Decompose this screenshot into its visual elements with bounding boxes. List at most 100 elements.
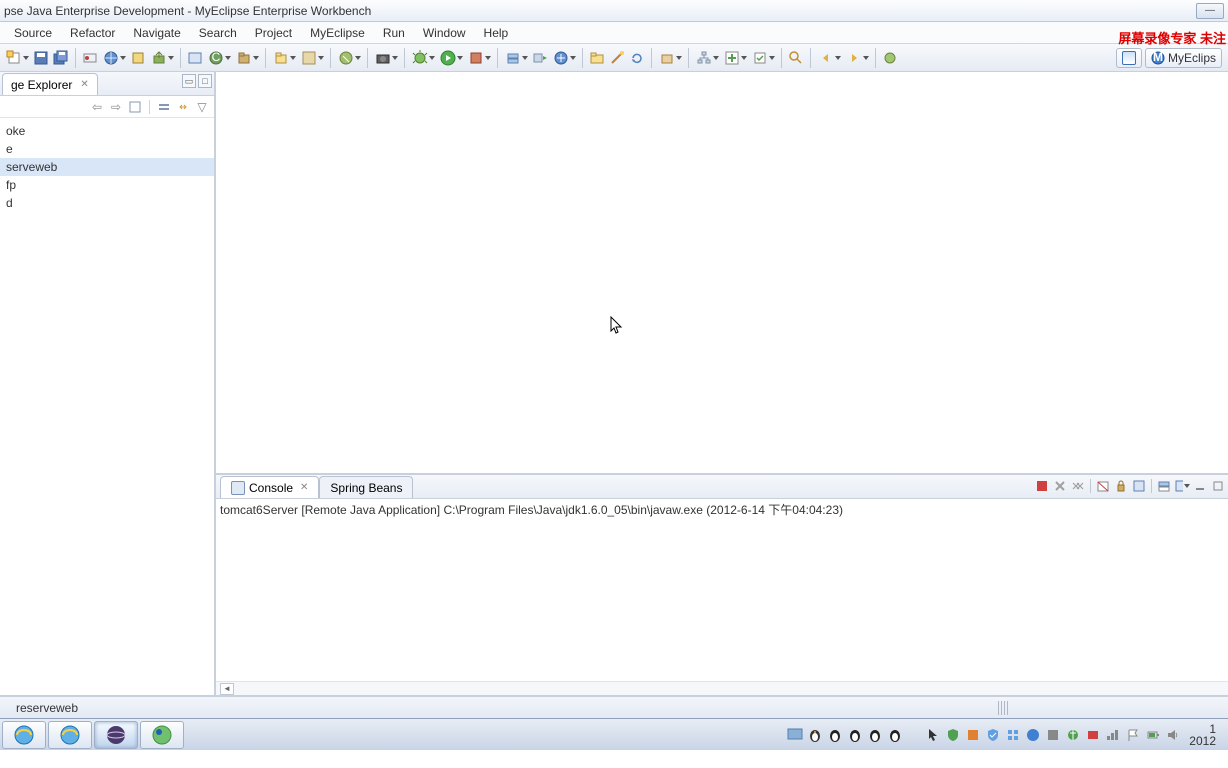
maximize-view-button[interactable]: □ <box>198 74 212 88</box>
menu-search[interactable]: Search <box>191 24 245 42</box>
tray-qq2-icon[interactable] <box>847 727 863 743</box>
view-menu-icon[interactable]: ▽ <box>194 99 210 115</box>
task-icon[interactable] <box>750 49 776 67</box>
menu-myeclipse[interactable]: MyEclipse <box>302 24 373 42</box>
package-icon[interactable] <box>234 49 260 67</box>
tray-shield2-icon[interactable] <box>985 727 1001 743</box>
scroll-lock-button[interactable] <box>1113 478 1129 494</box>
applet-icon[interactable] <box>186 49 204 67</box>
close-icon[interactable]: ✕ <box>80 79 88 90</box>
tray-orange-icon[interactable] <box>965 727 981 743</box>
save-all-button[interactable] <box>52 49 70 67</box>
clear-console-button[interactable] <box>1095 478 1111 494</box>
refresh-icon[interactable] <box>628 49 646 67</box>
menu-window[interactable]: Window <box>415 24 474 42</box>
minimize-panel-button[interactable] <box>1192 478 1208 494</box>
taskbar-app-button[interactable] <box>140 721 184 749</box>
spring-beans-tab[interactable]: Spring Beans <box>319 476 413 498</box>
tray-penguin-icon[interactable] <box>807 727 823 743</box>
taskbar-clock[interactable]: 1 2012 <box>1185 723 1220 747</box>
back-icon[interactable]: ⇦ <box>89 99 105 115</box>
tree-item[interactable]: oke <box>0 122 214 140</box>
pin-console-button[interactable] <box>1131 478 1147 494</box>
remove-all-button[interactable] <box>1070 478 1086 494</box>
remove-launch-button[interactable] <box>1052 478 1068 494</box>
collapse-all-icon[interactable] <box>156 99 172 115</box>
tray-app3-icon[interactable] <box>1085 727 1101 743</box>
tray-shield1-icon[interactable] <box>945 727 961 743</box>
menu-source[interactable]: Source <box>6 24 60 42</box>
tray-volume-icon[interactable] <box>1165 727 1181 743</box>
tray-desktop-icon[interactable] <box>787 727 803 743</box>
menu-refactor[interactable]: Refactor <box>62 24 123 42</box>
horizontal-scrollbar[interactable]: ◄ <box>216 681 1228 695</box>
orm-icon[interactable] <box>657 49 683 67</box>
editor-area[interactable] <box>216 72 1228 475</box>
back-button[interactable] <box>816 49 842 67</box>
folder-icon[interactable] <box>588 49 606 67</box>
tree-item[interactable]: d <box>0 194 214 212</box>
menu-project[interactable]: Project <box>247 24 300 42</box>
maximize-panel-button[interactable] <box>1210 478 1226 494</box>
save-button[interactable] <box>32 49 50 67</box>
hierarchy-icon[interactable] <box>694 49 720 67</box>
run-maven-icon[interactable] <box>299 49 325 67</box>
server-publish-icon[interactable] <box>551 49 577 67</box>
debug-button[interactable] <box>410 49 436 67</box>
tree-item[interactable]: serveweb <box>0 158 214 176</box>
tray-app2-icon[interactable] <box>1045 727 1061 743</box>
tray-qq3-icon[interactable] <box>867 727 883 743</box>
close-icon[interactable]: ✕ <box>300 482 308 493</box>
tray-network-icon[interactable] <box>1105 727 1121 743</box>
beans-icon[interactable] <box>881 49 899 67</box>
external-tools-icon[interactable] <box>466 49 492 67</box>
server-start-icon[interactable] <box>531 49 549 67</box>
launch-config-icon[interactable] <box>81 49 99 67</box>
java-class-icon[interactable]: C <box>206 49 232 67</box>
taskbar-eclipse-button[interactable] <box>94 721 138 749</box>
open-type-icon[interactable] <box>271 49 297 67</box>
forward-icon[interactable]: ⇨ <box>108 99 124 115</box>
myeclipse-perspective-button[interactable]: M MyEclips <box>1145 48 1222 68</box>
new-ui-icon[interactable] <box>722 49 748 67</box>
web-project-icon[interactable] <box>101 49 127 67</box>
minimize-view-button[interactable]: ▭ <box>182 74 196 88</box>
tray-cursor-icon[interactable] <box>925 727 941 743</box>
search-icon[interactable] <box>787 49 805 67</box>
package-explorer-tab[interactable]: ge Explorer ✕ <box>2 73 98 95</box>
wand-icon[interactable] <box>608 49 626 67</box>
tray-usb-icon[interactable] <box>1065 727 1081 743</box>
taskbar-ie2-button[interactable] <box>48 721 92 749</box>
menu-navigate[interactable]: Navigate <box>125 24 188 42</box>
open-console-button[interactable] <box>1174 478 1190 494</box>
launch-browser-icon[interactable] <box>336 49 362 67</box>
tree-item[interactable]: e <box>0 140 214 158</box>
tray-power-icon[interactable] <box>1145 727 1161 743</box>
deploy-icon[interactable] <box>149 49 175 67</box>
camera-icon[interactable] <box>373 49 399 67</box>
menu-run[interactable]: Run <box>375 24 413 42</box>
menu-help[interactable]: Help <box>476 24 517 42</box>
up-icon[interactable] <box>127 99 143 115</box>
tray-win-icon[interactable] <box>1005 727 1021 743</box>
terminate-button[interactable] <box>1034 478 1050 494</box>
forward-button[interactable] <box>844 49 870 67</box>
project-tree[interactable]: oke e serveweb fp d <box>0 118 214 695</box>
taskbar-ie-button[interactable] <box>2 721 46 749</box>
new-button[interactable] <box>4 49 30 67</box>
tree-item[interactable]: fp <box>0 176 214 194</box>
console-output[interactable]: tomcat6Server [Remote Java Application] … <box>216 499 1228 681</box>
console-tab[interactable]: Console ✕ <box>220 476 319 498</box>
open-perspective-button[interactable] <box>1116 48 1142 68</box>
scroll-left-icon[interactable]: ◄ <box>220 683 234 695</box>
link-icon[interactable] <box>175 99 191 115</box>
display-selected-button[interactable] <box>1156 478 1172 494</box>
tray-qq1-icon[interactable] <box>827 727 843 743</box>
tray-flag-icon[interactable] <box>1125 727 1141 743</box>
ejb-icon[interactable] <box>129 49 147 67</box>
minimize-button[interactable]: — <box>1196 3 1224 19</box>
tray-app1-icon[interactable] <box>1025 727 1041 743</box>
tray-qq4-icon[interactable] <box>887 727 903 743</box>
new-server-icon[interactable] <box>503 49 529 67</box>
run-button[interactable] <box>438 49 464 67</box>
